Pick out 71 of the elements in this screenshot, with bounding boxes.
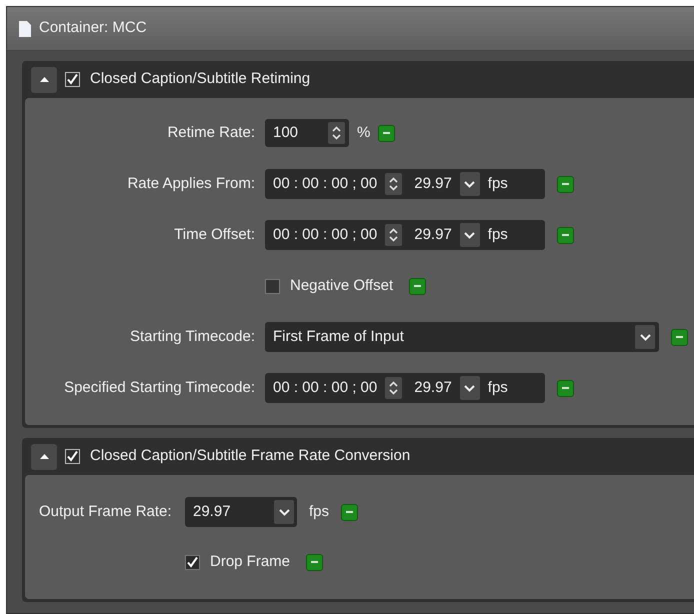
dash-icon [562,234,569,236]
document-icon [19,20,31,36]
field-label: Specified Starting Timecode: [64,378,255,396]
timecode-field[interactable]: 00 : 00 : 00 ; 00 29.97 fps [265,373,545,403]
reset-button[interactable] [557,226,574,244]
timecode-value: 00 : 00 : 00 ; 00 [273,174,378,194]
dropdown-button[interactable] [460,376,480,400]
chevron-down-icon [464,384,476,392]
reset-button[interactable] [306,554,324,570]
up-down-chevron-icon [332,126,341,140]
reset-button[interactable] [378,124,396,142]
frame-rate-value: 29.97 [414,174,452,194]
frame-rate-value: 29.97 [414,378,452,398]
dash-icon [562,183,569,185]
unit-label: fps [488,378,508,398]
unit-label: fps [488,174,508,194]
timecode-field[interactable]: 00 : 00 : 00 ; 00 29.97 fps [265,169,545,199]
timecode-value: 00 : 00 : 00 ; 00 [273,224,378,245]
dash-icon [311,561,318,563]
chevron-down-icon [464,180,476,188]
spinner-button[interactable] [328,122,345,144]
unit-label: fps [488,224,508,245]
dropdown-button[interactable] [460,172,480,196]
chevron-down-icon [464,232,476,238]
checkbox[interactable] [65,449,80,464]
reset-button[interactable] [341,504,358,520]
checkbox[interactable] [65,72,80,87]
triangle-up-icon [40,77,48,82]
dash-icon [414,285,422,287]
field-label: Starting Timecode: [130,328,255,345]
checkbox[interactable] [265,278,280,294]
reset-button[interactable] [409,278,426,294]
dash-icon [676,336,683,338]
reset-button[interactable] [557,176,574,192]
dash-icon [562,387,569,389]
reset-button[interactable] [557,380,574,396]
checkbox[interactable] [185,554,200,570]
unit-label: fps [309,502,330,522]
up-down-chevron-icon [389,381,398,395]
spinner-button[interactable] [385,377,402,399]
field-label: Time Offset: [174,226,255,243]
frame-rate-value: 29.97 [414,224,452,245]
field-label: Output Frame Rate: [39,502,172,520]
up-down-chevron-icon [389,177,398,191]
checkbox-label: Drop Frame [210,552,290,572]
dropdown-field[interactable]: 29.97 [185,497,297,527]
dash-icon [346,511,354,513]
dropdown-button[interactable] [635,325,655,349]
collapse-button[interactable] [31,444,57,470]
checkbox-label: Negative Offset [290,276,394,296]
chevron-down-icon [278,508,290,516]
dropdown-field[interactable]: First Frame of Input [265,322,659,352]
spinner-button[interactable] [385,173,402,195]
reset-button[interactable] [671,328,688,346]
timecode-value: 00 : 00 : 00 ; 00 [273,378,378,398]
collapse-button[interactable] [31,66,57,92]
timecode-field[interactable]: 00 : 00 : 00 ; 00 29.97 fps [265,220,545,250]
dropdown-button[interactable] [274,500,294,524]
up-down-chevron-icon [389,228,398,242]
section-title: Closed Caption/Subtitle Retiming [90,69,310,90]
unit-label: % [357,122,370,143]
field-label: Rate Applies From: [127,174,255,192]
dash-icon [383,132,390,134]
number-field[interactable]: 100 [265,119,349,147]
triangle-up-icon [40,454,48,459]
section-title: Closed Caption/Subtitle Frame Rate Conversion [90,446,410,466]
chevron-down-icon [640,334,650,340]
window-title: Container: MCC [39,18,147,38]
spinner-button[interactable] [385,224,402,246]
dropdown-button[interactable] [460,223,480,247]
field-label: Retime Rate: [167,124,255,141]
